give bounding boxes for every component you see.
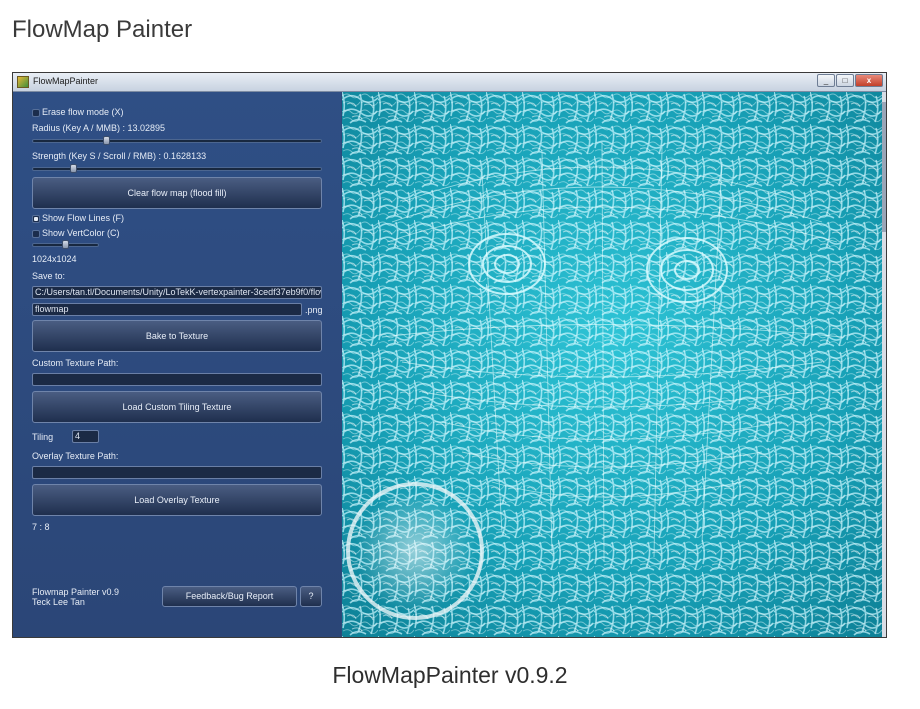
- overlay-texture-label: Overlay Texture Path:: [32, 451, 119, 461]
- save-path-input[interactable]: C:/Users/tan.tl/Documents/Unity/LoTekK-v…: [32, 286, 322, 299]
- scrollbar-thumb[interactable]: [882, 102, 886, 232]
- credit-version: Flowmap Painter v0.9: [32, 587, 120, 597]
- help-button[interactable]: ?: [300, 586, 322, 607]
- erase-mode-checkbox[interactable]: [32, 109, 40, 117]
- resolution-label: 1024x1024: [32, 254, 77, 264]
- tiling-input[interactable]: 4: [72, 430, 99, 443]
- minimize-button[interactable]: _: [817, 74, 835, 87]
- strength-slider-handle[interactable]: [70, 164, 77, 173]
- show-vertcolor-label: Show VertColor (C): [42, 228, 120, 238]
- show-vertcolor-checkbox[interactable]: [32, 230, 40, 238]
- custom-texture-input[interactable]: [32, 373, 322, 386]
- tiling-label: Tiling: [32, 432, 54, 442]
- flowmap-viewport[interactable]: [342, 92, 884, 637]
- viewport-scrollbar[interactable]: [882, 92, 886, 637]
- strength-slider[interactable]: [32, 164, 322, 173]
- feedback-button[interactable]: Feedback/Bug Report: [162, 586, 297, 607]
- radius-label: Radius (Key A / MMB) : 13.02895: [32, 123, 166, 133]
- app-icon: [17, 76, 29, 88]
- show-flow-lines-checkbox[interactable]: [32, 215, 40, 223]
- load-overlay-texture-button[interactable]: Load Overlay Texture: [32, 484, 322, 516]
- bake-to-texture-button[interactable]: Bake to Texture: [32, 320, 322, 352]
- erase-mode-label: Erase flow mode (X): [42, 107, 124, 117]
- settings-panel: Erase flow mode (X) Radius (Key A / MMB)…: [13, 92, 341, 637]
- show-flow-lines-label: Show Flow Lines (F): [42, 213, 125, 223]
- water-texture-canvas[interactable]: [342, 92, 884, 637]
- window-title: FlowMapPainter: [33, 76, 99, 86]
- file-extension-label: .png: [305, 305, 323, 315]
- window-controls: _ □ x: [817, 74, 883, 87]
- radius-slider[interactable]: [32, 136, 322, 145]
- ratio-label: 7 : 8: [32, 522, 50, 532]
- close-button[interactable]: x: [855, 74, 883, 87]
- page-title: FlowMap Painter: [12, 16, 193, 43]
- credit-author: Teck Lee Tan: [32, 597, 85, 607]
- radius-slider-handle[interactable]: [103, 136, 110, 145]
- load-custom-texture-button[interactable]: Load Custom Tiling Texture: [32, 391, 322, 423]
- clear-flow-map-button[interactable]: Clear flow map (flood fill): [32, 177, 322, 209]
- app-window: FlowMapPainter _ □ x Erase flow mode (X)…: [12, 72, 887, 638]
- window-titlebar[interactable]: FlowMapPainter _ □ x: [13, 73, 886, 92]
- custom-texture-label: Custom Texture Path:: [32, 358, 119, 368]
- image-caption: FlowMapPainter v0.9.2: [332, 662, 568, 688]
- maximize-button[interactable]: □: [836, 74, 854, 87]
- vertcolor-slider-handle[interactable]: [62, 240, 69, 249]
- brush-cursor: [346, 482, 484, 620]
- vertcolor-slider[interactable]: [32, 240, 99, 249]
- file-name-input[interactable]: flowmap: [32, 303, 302, 316]
- save-to-label: Save to:: [32, 271, 66, 281]
- overlay-texture-input[interactable]: [32, 466, 322, 479]
- strength-label: Strength (Key S / Scroll / RMB) : 0.1628…: [32, 151, 207, 161]
